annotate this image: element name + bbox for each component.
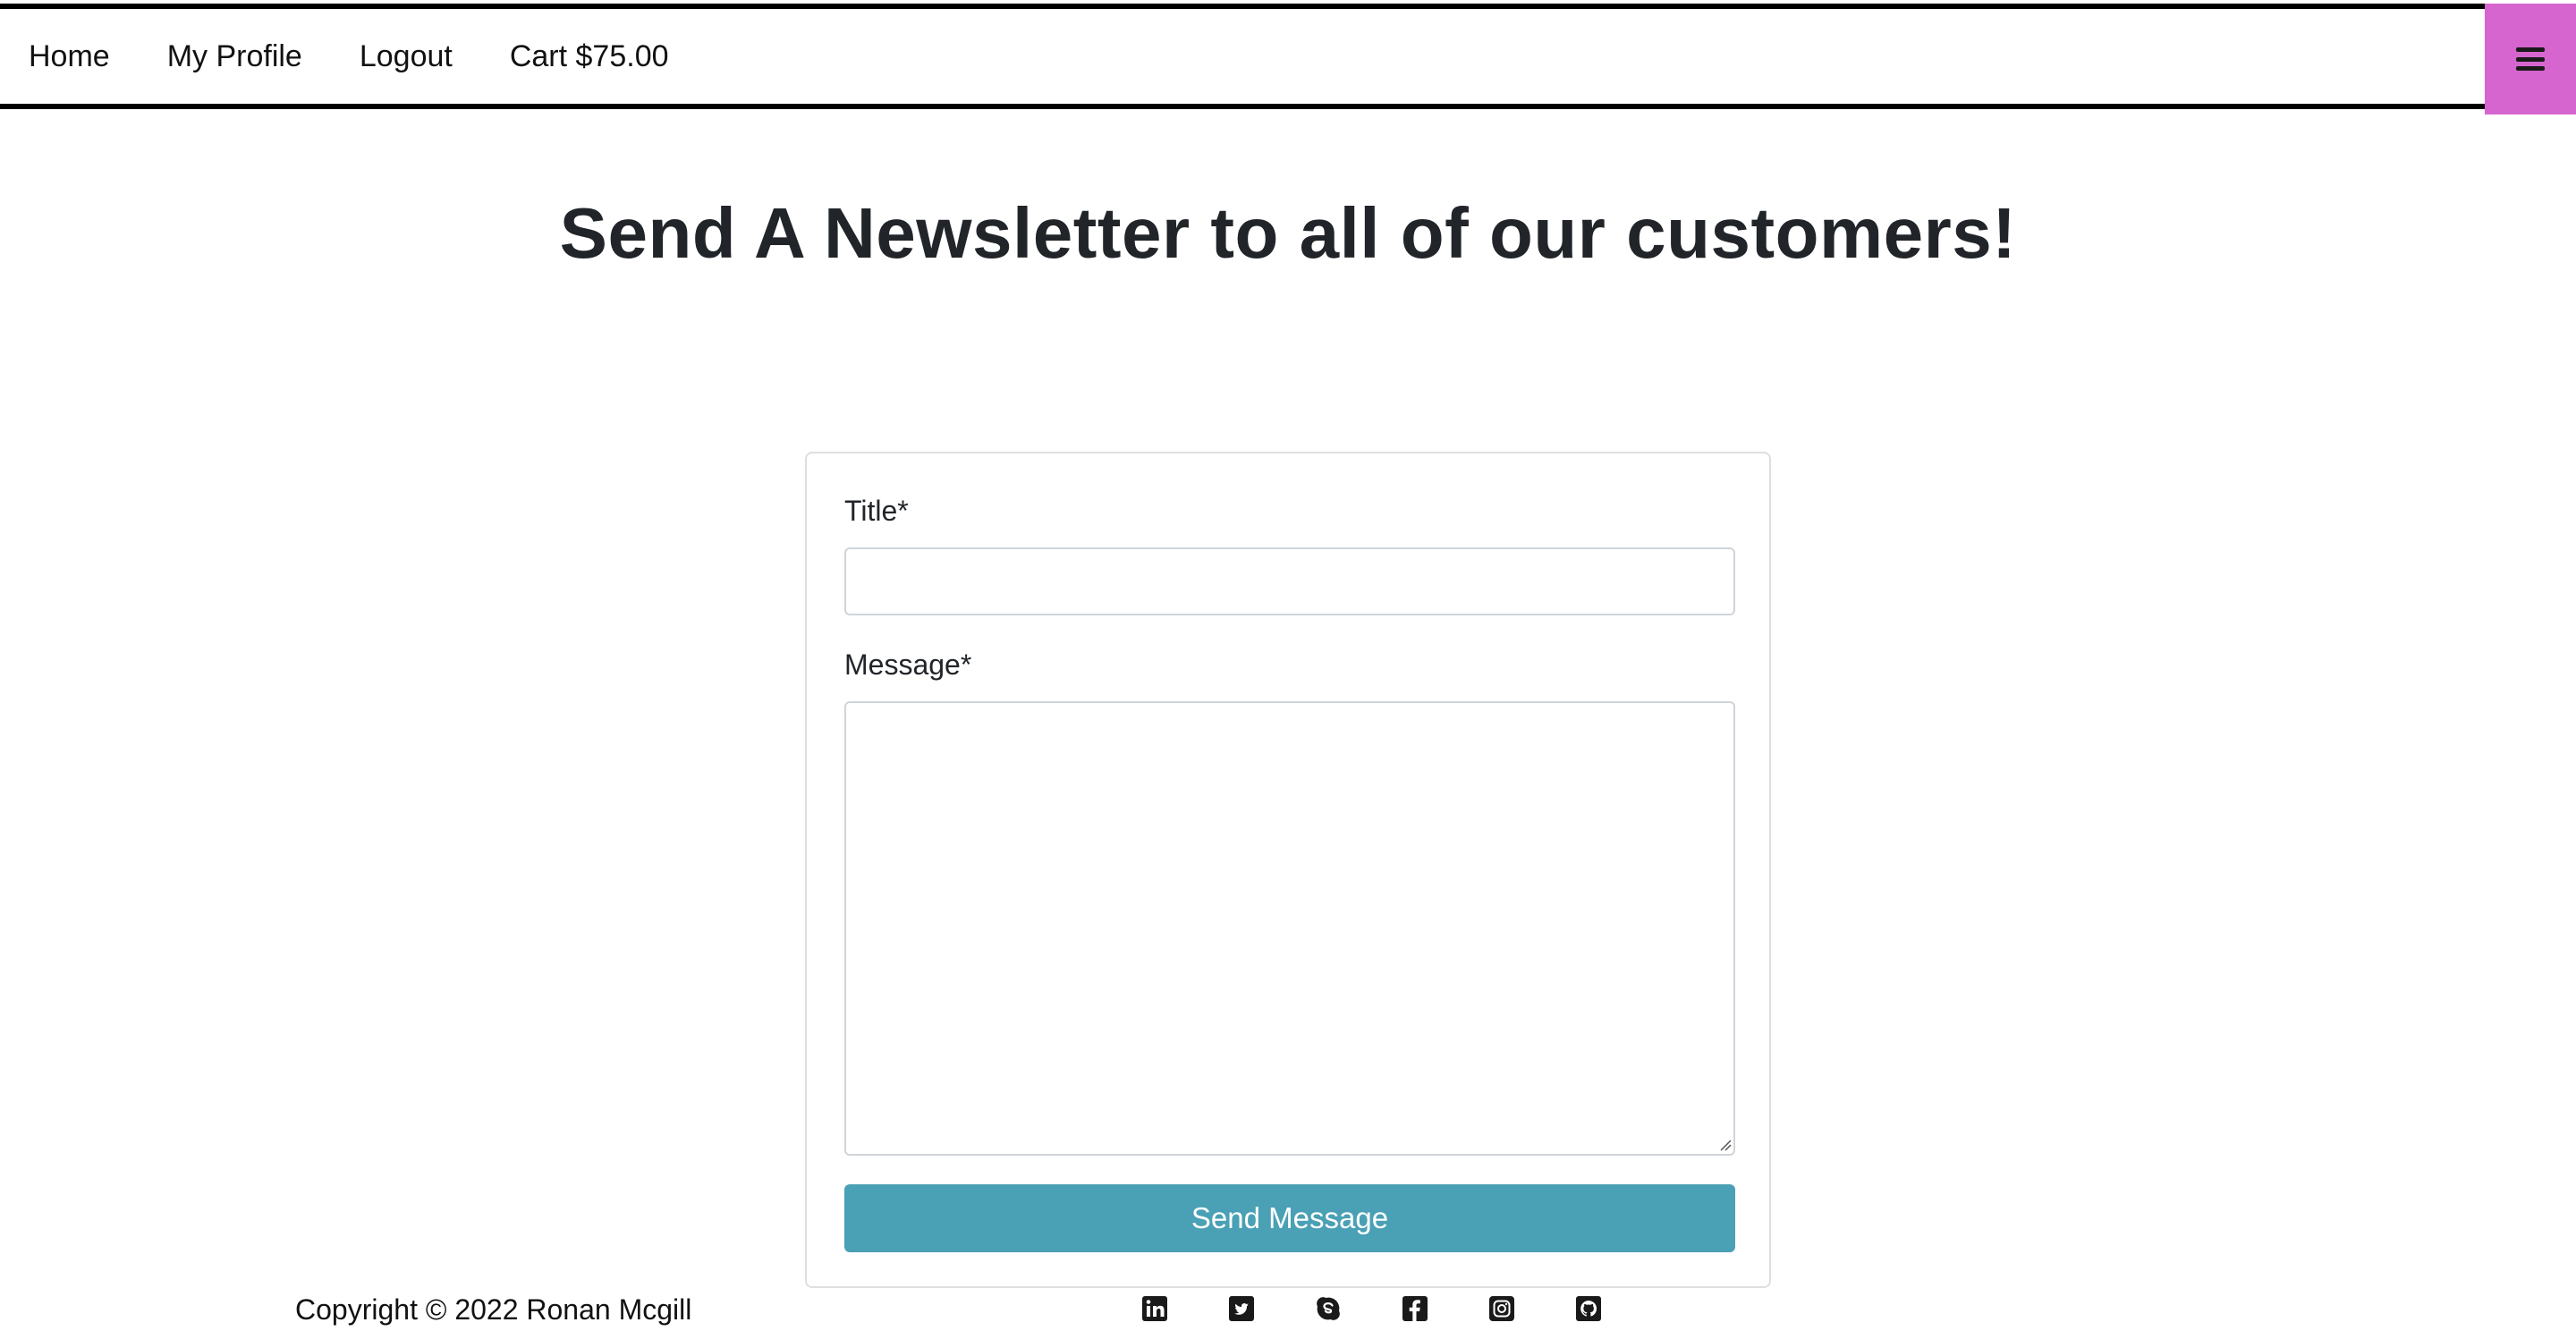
title-label: Title* — [844, 495, 909, 527]
resize-handle-icon[interactable] — [1719, 1139, 1732, 1151]
nav-link-logout[interactable]: Logout — [360, 39, 453, 74]
nav-link-home[interactable]: Home — [29, 39, 110, 74]
copyright-text: Copyright © 2022 Ronan Mcgill — [295, 1293, 692, 1326]
twitter-icon[interactable] — [1228, 1295, 1255, 1322]
facebook-icon[interactable] — [1402, 1295, 1428, 1322]
page-title: Send A Newsletter to all of our customer… — [559, 193, 2017, 273]
newsletter-form: Title* Message* Send Message — [805, 452, 1771, 1288]
nav-link-cart[interactable]: Cart $75.00 — [510, 39, 669, 74]
github-icon[interactable] — [1575, 1295, 1602, 1322]
menu-toggle-button[interactable] — [2485, 4, 2576, 114]
footer: Copyright © 2022 Ronan Mcgill — [0, 1288, 2576, 1331]
instagram-icon[interactable] — [1488, 1295, 1515, 1322]
top-navbar: Home My Profile Logout Cart $75.00 — [0, 4, 2576, 114]
nav-links: Home My Profile Logout Cart $75.00 — [0, 9, 698, 104]
social-links — [1141, 1295, 1662, 1322]
nav-link-my-profile[interactable]: My Profile — [167, 39, 302, 74]
message-textarea[interactable] — [844, 701, 1735, 1156]
hamburger-menu-icon — [2516, 47, 2545, 71]
skype-icon[interactable] — [1315, 1295, 1342, 1322]
title-input[interactable] — [844, 547, 1735, 615]
send-message-button[interactable]: Send Message — [844, 1184, 1735, 1252]
message-label: Message* — [844, 649, 972, 681]
linkedin-icon[interactable] — [1141, 1295, 1168, 1322]
